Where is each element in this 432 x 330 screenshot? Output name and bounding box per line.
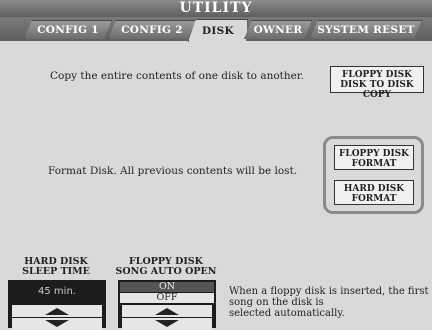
button-line: FORMAT [351, 159, 397, 169]
description-line: When a floppy disk is inserted, the firs… [229, 286, 429, 297]
description-line: song on the disk is [229, 297, 324, 308]
sleep-time-control: 45 min. [8, 280, 106, 330]
label-line: SONG AUTO OPEN [115, 266, 217, 277]
floppy-disk-format-button[interactable]: FLOPPY DISK FORMAT [334, 145, 414, 170]
sleep-time-down-button[interactable] [8, 318, 106, 330]
button-line: DISK TO DISK COPY [340, 80, 414, 100]
auto-open-off-option[interactable]: OFF [120, 293, 214, 303]
tab-config-2[interactable]: CONFIG 2 [108, 20, 196, 39]
auto-open-up-button[interactable] [118, 305, 216, 317]
format-description: Format Disk. All previous contents will … [48, 165, 298, 177]
tab-system-reset[interactable]: SYSTEM RESET [310, 20, 422, 39]
copy-description: Copy the entire contents of one disk to … [50, 70, 305, 82]
auto-open-label: FLOPPY DISK SONG AUTO OPEN [114, 257, 218, 277]
label-line: SLEEP TIME [22, 266, 90, 277]
sleep-time-value: 45 min. [38, 286, 76, 297]
auto-open-description: When a floppy disk is inserted, the firs… [229, 286, 429, 319]
tab-owner-label[interactable]: OWNER [244, 20, 312, 39]
hard-disk-format-button[interactable]: HARD DISK FORMAT [334, 180, 414, 205]
button-line: FLOPPY DISK [339, 149, 409, 159]
auto-open-down-button[interactable] [118, 318, 216, 330]
sleep-time-up-button[interactable] [8, 305, 106, 317]
button-line: FORMAT [351, 194, 397, 204]
tab-bar: CONFIG 1 CONFIG 2 OWNER DISK OWNER SYSTE… [0, 17, 432, 41]
description-line: selected automatically. [229, 308, 345, 319]
window-title: UTILITY [0, 0, 432, 17]
floppy-disk-to-disk-copy-button[interactable]: FLOPPY DISK DISK TO DISK COPY [330, 66, 424, 100]
tab-disk[interactable]: DISK [188, 19, 248, 42]
auto-open-control: ON OFF [118, 280, 216, 330]
button-line: HARD DISK [343, 184, 405, 194]
button-line: FLOPPY DISK [342, 70, 412, 80]
sleep-time-label: HARD DISK SLEEP TIME [8, 257, 104, 277]
tab-config-1[interactable]: CONFIG 1 [24, 20, 112, 39]
auto-open-on-option[interactable]: ON [120, 282, 214, 292]
